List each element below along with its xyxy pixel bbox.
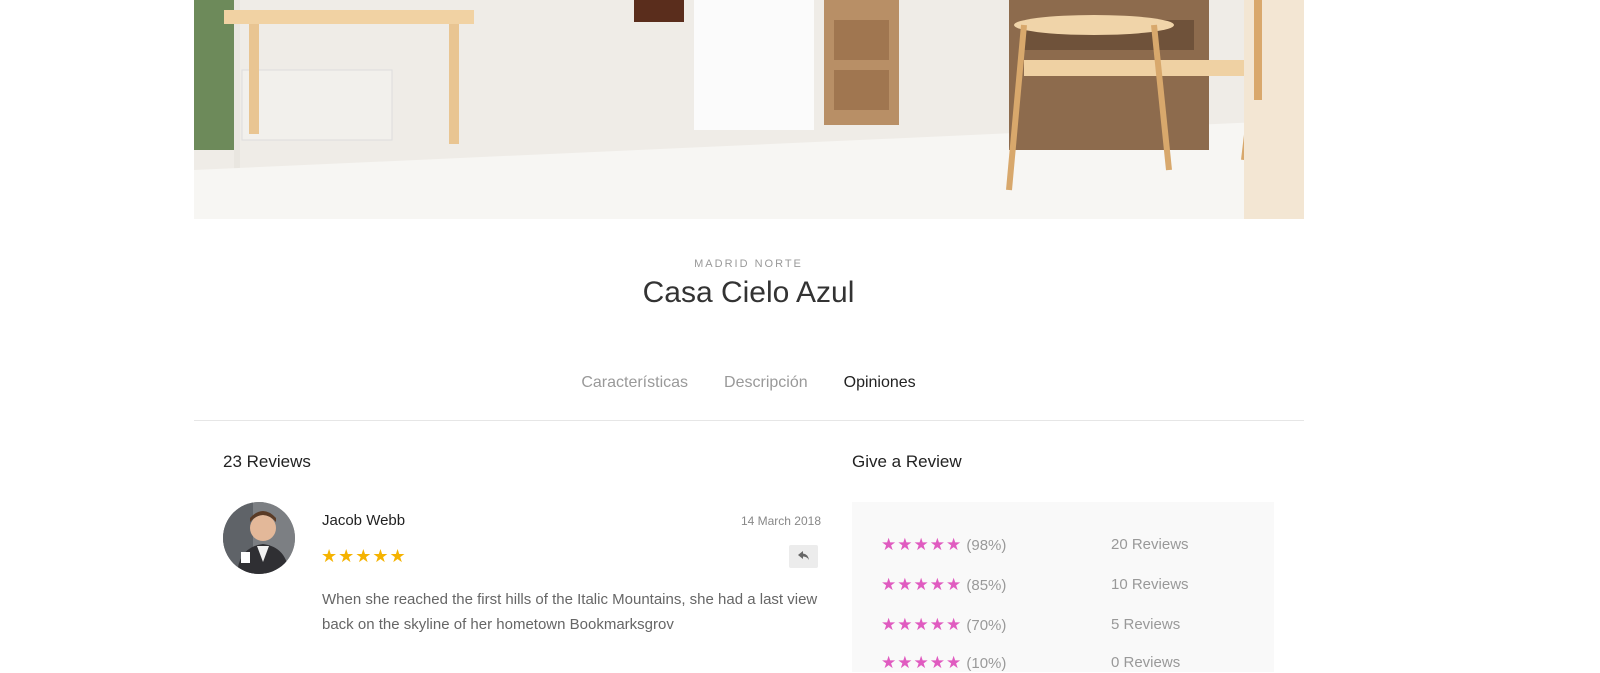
property-title: Casa Cielo Azul	[642, 276, 855, 309]
tab-opiniones[interactable]: Opiniones	[844, 374, 916, 392]
rating-row: ★★★★★ (10%) 0 Reviews	[881, 653, 1261, 673]
rating-stars: ★★★★★	[881, 535, 963, 554]
rating-count: 20 Reviews	[1111, 536, 1189, 553]
review-date: 14 March 2018	[740, 514, 821, 528]
rating-percent: (70%)	[966, 617, 1007, 634]
rating-row: ★★★★★ (98%) 20 Reviews	[881, 535, 1261, 555]
rating-count: 0 Reviews	[1111, 654, 1181, 671]
rating-percent: (98%)	[966, 537, 1007, 554]
rating-percent: (85%)	[966, 577, 1007, 594]
reviews-count: 23 Reviews	[223, 452, 311, 471]
rating-stars: ★★★★★	[881, 615, 963, 634]
rating-row: ★★★★★ (70%) 5 Reviews	[881, 615, 1261, 635]
rating-row: ★★★★★ (85%) 10 Reviews	[881, 575, 1261, 595]
avatar	[223, 502, 295, 574]
hero-image	[194, 0, 1304, 219]
property-location: MADRID NORTE	[694, 258, 803, 270]
rating-stars: ★★★★★	[881, 575, 963, 594]
tab-caracteristicas[interactable]: Características	[581, 374, 688, 392]
reply-icon	[797, 548, 810, 566]
review-stars: ★★★★★	[321, 546, 407, 566]
tabs-divider	[194, 420, 1304, 421]
reply-button[interactable]	[789, 545, 818, 568]
tab-bar: Características Descripción Opiniones	[0, 374, 1497, 392]
give-review-title: Give a Review	[852, 452, 962, 471]
rating-summary-panel: ★★★★★ (98%) 20 Reviews ★★★★★ (85%) 10 Re…	[852, 502, 1274, 672]
rating-percent: (10%)	[966, 655, 1007, 672]
tab-descripcion[interactable]: Descripción	[724, 374, 808, 392]
rating-count: 10 Reviews	[1111, 576, 1189, 593]
review-author: Jacob Webb	[322, 512, 406, 529]
review-text: When she reached the first hills of the …	[322, 591, 818, 633]
rating-stars: ★★★★★	[881, 653, 963, 672]
rating-count: 5 Reviews	[1111, 616, 1181, 633]
